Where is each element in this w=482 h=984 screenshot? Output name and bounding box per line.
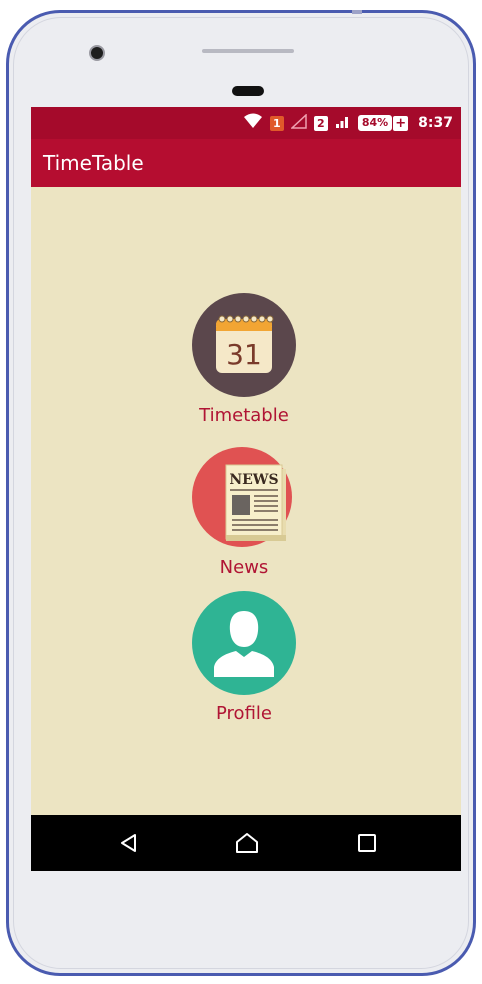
user-icon[interactable]	[192, 591, 296, 695]
sim1-badge: 1	[269, 115, 284, 131]
timetable-label[interactable]: Timetable	[179, 405, 309, 426]
battery-level: 84%	[357, 115, 393, 131]
proximity-sensor	[232, 86, 264, 96]
profile-menu-item[interactable]: Profile	[179, 591, 309, 724]
navigation-bar	[31, 815, 461, 871]
status-bar: 1 2 84% + 8:37	[31, 107, 461, 139]
recents-square-icon[interactable]	[353, 829, 381, 857]
news-headline: NEWS	[229, 472, 278, 488]
status-icons: 1 2 84% + 8:37	[243, 107, 453, 139]
app-bar: TimeTable	[31, 139, 461, 187]
sim2-badge: 2	[313, 115, 328, 131]
side-key	[352, 10, 362, 14]
news-menu-item[interactable]: NEWS News	[179, 445, 309, 578]
back-triangle-icon[interactable]	[115, 829, 143, 857]
calendar-icon[interactable]: 31	[192, 293, 296, 397]
no-signal-icon	[289, 112, 307, 133]
news-label[interactable]: News	[179, 557, 309, 578]
signal-icon	[335, 114, 351, 133]
wifi-icon	[243, 113, 263, 133]
battery-indicator: 84% +	[357, 115, 409, 131]
earpiece-speaker	[202, 49, 294, 53]
home-icon[interactable]	[233, 829, 261, 857]
timetable-menu-item[interactable]: 31 Timetable	[179, 293, 309, 426]
front-camera	[89, 45, 105, 61]
calendar-day: 31	[226, 338, 262, 371]
app-title: TimeTable	[43, 151, 144, 175]
charging-icon: +	[393, 115, 409, 131]
newspaper-icon[interactable]: NEWS	[192, 445, 296, 549]
device-screen: 1 2 84% + 8:37 TimeTable 31 Timetable NE…	[31, 107, 461, 871]
profile-label[interactable]: Profile	[179, 703, 309, 724]
status-time: 8:37	[418, 115, 453, 131]
